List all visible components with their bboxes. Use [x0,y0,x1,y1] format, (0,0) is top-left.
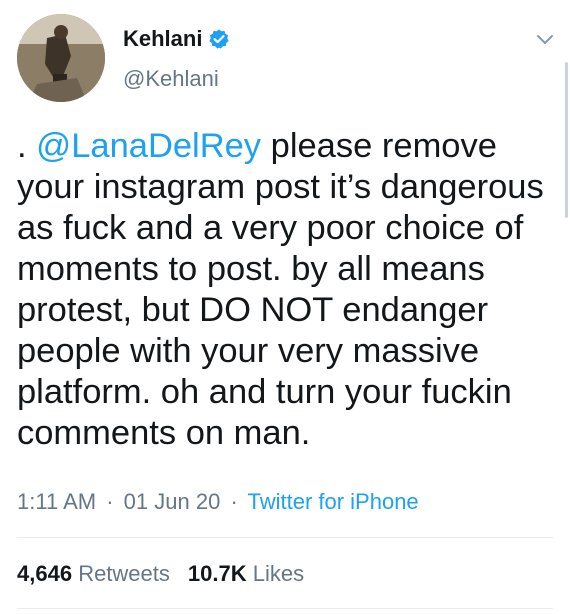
divider [17,608,553,609]
meta-separator: · [106,489,114,514]
avatar-photo [17,14,105,102]
tweet-body: please remove your instagram post it’s d… [17,127,544,452]
meta-separator: · [230,489,238,514]
scrollbar[interactable] [565,62,568,218]
retweets-stat[interactable]: 4,646 Retweets [17,561,170,586]
verified-badge-icon [208,28,230,50]
likes-label: Likes [252,561,305,586]
author-display-name[interactable]: Kehlani [123,26,202,52]
chevron-down-icon[interactable] [532,26,558,52]
retweets-count: 4,646 [17,561,73,586]
tweet-date[interactable]: 01 Jun 20 [124,489,221,514]
likes-stat[interactable]: 10.7K Likes [188,561,304,586]
tweet-text: . @LanaDelRey please remove your instagr… [17,126,557,454]
author-name-row[interactable]: Kehlani [123,26,230,52]
tweet-time[interactable]: 1:11 AM [17,489,96,514]
tweet-prefix: . [17,127,37,165]
tweet-stats: 4,646 Retweets 10.7K Likes [17,560,304,588]
likes-count: 10.7K [187,561,247,586]
author-handle[interactable]: @Kehlani [123,66,219,92]
tweet-source-link[interactable]: Twitter for iPhone [247,489,418,514]
tweet-meta: 1:11 AM · 01 Jun 20 · Twitter for iPhone [17,488,419,516]
divider [17,537,553,538]
retweets-label: Retweets [78,561,170,586]
avatar[interactable] [17,14,105,102]
mention-link[interactable]: @LanaDelRey [36,127,261,165]
